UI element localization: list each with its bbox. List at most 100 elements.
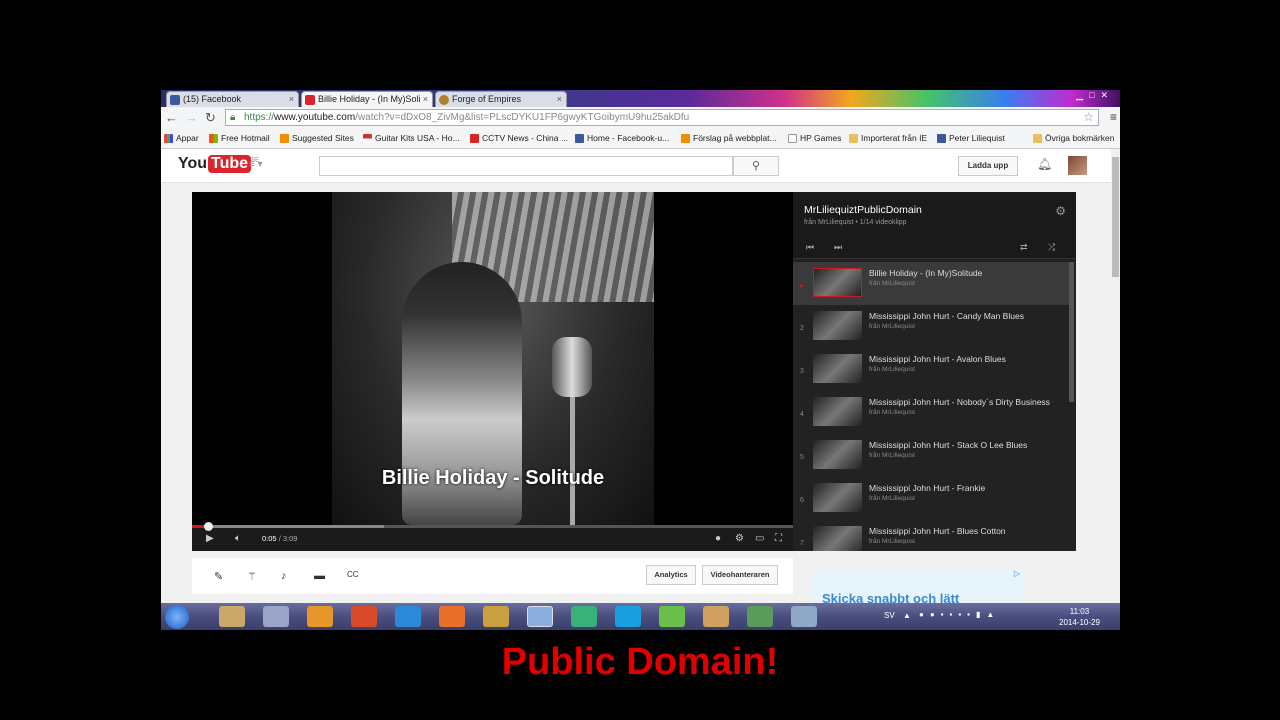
bookmark-cctv-news[interactable]: CCTV News - China ... — [470, 133, 568, 144]
search-input[interactable] — [319, 156, 733, 176]
menu-icon[interactable]: ≡ — [1110, 110, 1117, 124]
search-button[interactable]: ⚲ — [733, 156, 779, 176]
playlist-item-thumbnail[interactable] — [813, 483, 862, 512]
playlist-item[interactable]: 3 Mississippi John Hurt - Avalon Blues frå… — [793, 348, 1069, 391]
playlist-item[interactable]: 4 Mississippi John Hurt - Nobody´s Dirty … — [793, 391, 1069, 434]
notifications-bell-icon[interactable]: 🔔︎ — [1037, 157, 1052, 171]
playlist-item-index: 7 — [800, 540, 804, 547]
repeat-icon[interactable]: ⇄ — [1020, 242, 1028, 253]
bookmark-suggested-sites[interactable]: Suggested Sites — [280, 133, 354, 144]
playlist-scrollbar[interactable] — [1069, 262, 1074, 402]
media-player-icon[interactable] — [307, 606, 333, 627]
avatar[interactable] — [1068, 156, 1087, 175]
tray-expand-icon[interactable]: ▲ — [903, 611, 911, 620]
playlist-item[interactable]: 6 Mississippi John Hurt - Frankie från MrL… — [793, 477, 1069, 520]
scrollbar-thumb[interactable] — [1112, 157, 1119, 277]
playlist-item[interactable]: 5 Mississippi John Hurt - Stack O Lee Blu… — [793, 434, 1069, 477]
playlist-item-thumbnail[interactable] — [813, 440, 862, 469]
firefox-icon[interactable] — [439, 606, 465, 627]
enhance-wand-icon[interactable]: ⚚ — [247, 570, 257, 583]
playlist-item-title[interactable]: Mississippi John Hurt - Nobody´s Dirty B… — [869, 397, 1059, 408]
info-icon[interactable]: ● — [715, 533, 721, 544]
app-icon[interactable] — [351, 606, 377, 627]
language-indicator[interactable]: SV — [884, 611, 895, 620]
bookmark-guitar-kits[interactable]: Guitar Kits USA - Ho... — [363, 133, 460, 144]
play-icon[interactable]: ▶ — [206, 533, 214, 544]
game-icon[interactable] — [483, 606, 509, 627]
close-icon[interactable]: × — [557, 92, 562, 107]
explorer-icon[interactable] — [219, 606, 245, 627]
playlist-item-title[interactable]: Mississippi John Hurt - Avalon Blues — [869, 354, 1059, 365]
playlist-item-title[interactable]: Mississippi John Hurt - Stack O Lee Blue… — [869, 440, 1059, 451]
playlist-item-thumbnail[interactable] — [813, 354, 862, 383]
progress-scrubber[interactable] — [203, 522, 213, 531]
headphones-icon[interactable] — [571, 606, 597, 627]
fullscreen-icon[interactable]: ⛶ — [775, 533, 782, 544]
bookmark-label: Peter Liliequist — [949, 133, 1005, 143]
upload-button[interactable]: Ladda upp — [958, 156, 1018, 176]
clock[interactable]: 11:03 2014-10-29 — [1059, 606, 1100, 628]
tray-icons[interactable]: ●●▪▪▪▪▮▲ — [919, 610, 1000, 619]
close-icon[interactable]: × — [423, 92, 428, 107]
window-controls[interactable]: ▁□✕ — [1076, 90, 1114, 104]
image-viewer-icon[interactable] — [747, 606, 773, 627]
shuffle-icon[interactable]: ⤮ — [1048, 242, 1055, 253]
ad-choices-icon[interactable]: ▷ — [1014, 569, 1020, 578]
hp-icon[interactable] — [263, 606, 289, 627]
annotations-icon[interactable]: ▬ — [314, 570, 325, 582]
progress-bar[interactable] — [192, 522, 793, 531]
playlist-item-title[interactable]: Mississippi John Hurt - Frankie — [869, 483, 1059, 494]
playlist-title[interactable]: MrLiliequiztPublicDomain — [804, 204, 922, 216]
video-manager-button[interactable]: Videohanteraren — [702, 565, 778, 585]
video-player[interactable]: Billie Holiday - Solitude ▶ 🔈︎ 0:05 / 3:… — [192, 192, 793, 551]
tab-facebook[interactable]: (15) Facebook × — [166, 91, 299, 107]
bookmark-peter-liliequist[interactable]: Peter Liliequist — [937, 133, 1005, 144]
analytics-button[interactable]: Analytics — [646, 565, 696, 585]
playlist-item-thumbnail[interactable] — [813, 526, 862, 551]
settings-gear-icon[interactable]: ⚙ — [735, 533, 744, 544]
tab-youtube[interactable]: Billie Holiday - (In My)Soli × — [301, 91, 433, 107]
playlist-item[interactable]: ▸ Billie Holiday - (In My)Solitude från Mr… — [793, 262, 1069, 305]
bookmark-other[interactable]: Övriga bokmärken — [1033, 133, 1114, 144]
tools-icon[interactable] — [703, 606, 729, 627]
playlist-settings-icon[interactable]: ⚙ — [1055, 204, 1066, 218]
playlist-item[interactable]: 2 Mississippi John Hurt - Candy Man Blues… — [793, 305, 1069, 348]
bookmark-free-hotmail[interactable]: Free Hotmail — [209, 133, 270, 144]
forward-icon[interactable]: → — [185, 110, 198, 126]
guide-menu-icon[interactable]: ≡ ▾ — [249, 159, 263, 170]
bookmark-apps[interactable]: Appar — [164, 133, 199, 144]
start-button[interactable] — [165, 605, 189, 629]
audio-note-icon[interactable]: ♪ — [281, 570, 287, 582]
internet-explorer-icon[interactable] — [395, 606, 421, 627]
edit-pencil-icon[interactable]: ✎ — [214, 570, 223, 583]
playlist-item-thumbnail[interactable] — [813, 268, 862, 297]
spotify-icon[interactable] — [659, 606, 685, 627]
bookmark-folder-ie[interactable]: Importerat från IE — [849, 133, 927, 144]
address-bar[interactable]: 🔒︎ https://www.youtube.com/watch?v=dDxO8_… — [225, 109, 1099, 126]
captions-cc-icon[interactable]: CC — [347, 570, 359, 579]
playlist-item-thumbnail[interactable] — [813, 311, 862, 340]
playlist-item-title[interactable]: Mississippi John Hurt - Blues Cotton — [869, 526, 1059, 537]
advertisement[interactable]: ▷ Skicka snabbt och lätt — [812, 569, 1023, 603]
playlist-item[interactable]: 7 Mississippi John Hurt - Blues Cotton frå… — [793, 520, 1069, 551]
playlist-item-title[interactable]: Billie Holiday - (In My)Solitude — [869, 268, 1059, 279]
playlist-item-title[interactable]: Mississippi John Hurt - Candy Man Blues — [869, 311, 1059, 322]
volume-icon[interactable]: 🔈︎ — [235, 533, 241, 544]
previous-icon[interactable]: ⏮ — [806, 242, 814, 253]
bookmark-star-icon[interactable]: ☆ — [1083, 110, 1094, 125]
back-icon[interactable]: ← — [165, 110, 178, 126]
bookmark-home-facebook[interactable]: Home - Facebook-u... — [575, 133, 669, 144]
bookmark-hp-games[interactable]: HP Games — [788, 133, 841, 144]
theater-mode-icon[interactable]: ▭ — [755, 533, 764, 544]
youtube-logo[interactable]: You Tube SE — [178, 155, 259, 173]
reload-icon[interactable]: ↻ — [205, 110, 216, 126]
tab-forge-of-empires[interactable]: Forge of Empires × — [435, 91, 567, 107]
bookmark-forslag[interactable]: Förslag på webbplat... — [681, 133, 777, 144]
media-icon[interactable] — [791, 606, 817, 627]
playlist-item-thumbnail[interactable] — [813, 397, 862, 426]
skype-icon[interactable] — [615, 606, 641, 627]
page-scrollbar[interactable] — [1111, 149, 1120, 603]
close-icon[interactable]: × — [289, 92, 294, 107]
chrome-icon[interactable] — [527, 606, 553, 627]
next-icon[interactable]: ⏭ — [834, 242, 842, 253]
